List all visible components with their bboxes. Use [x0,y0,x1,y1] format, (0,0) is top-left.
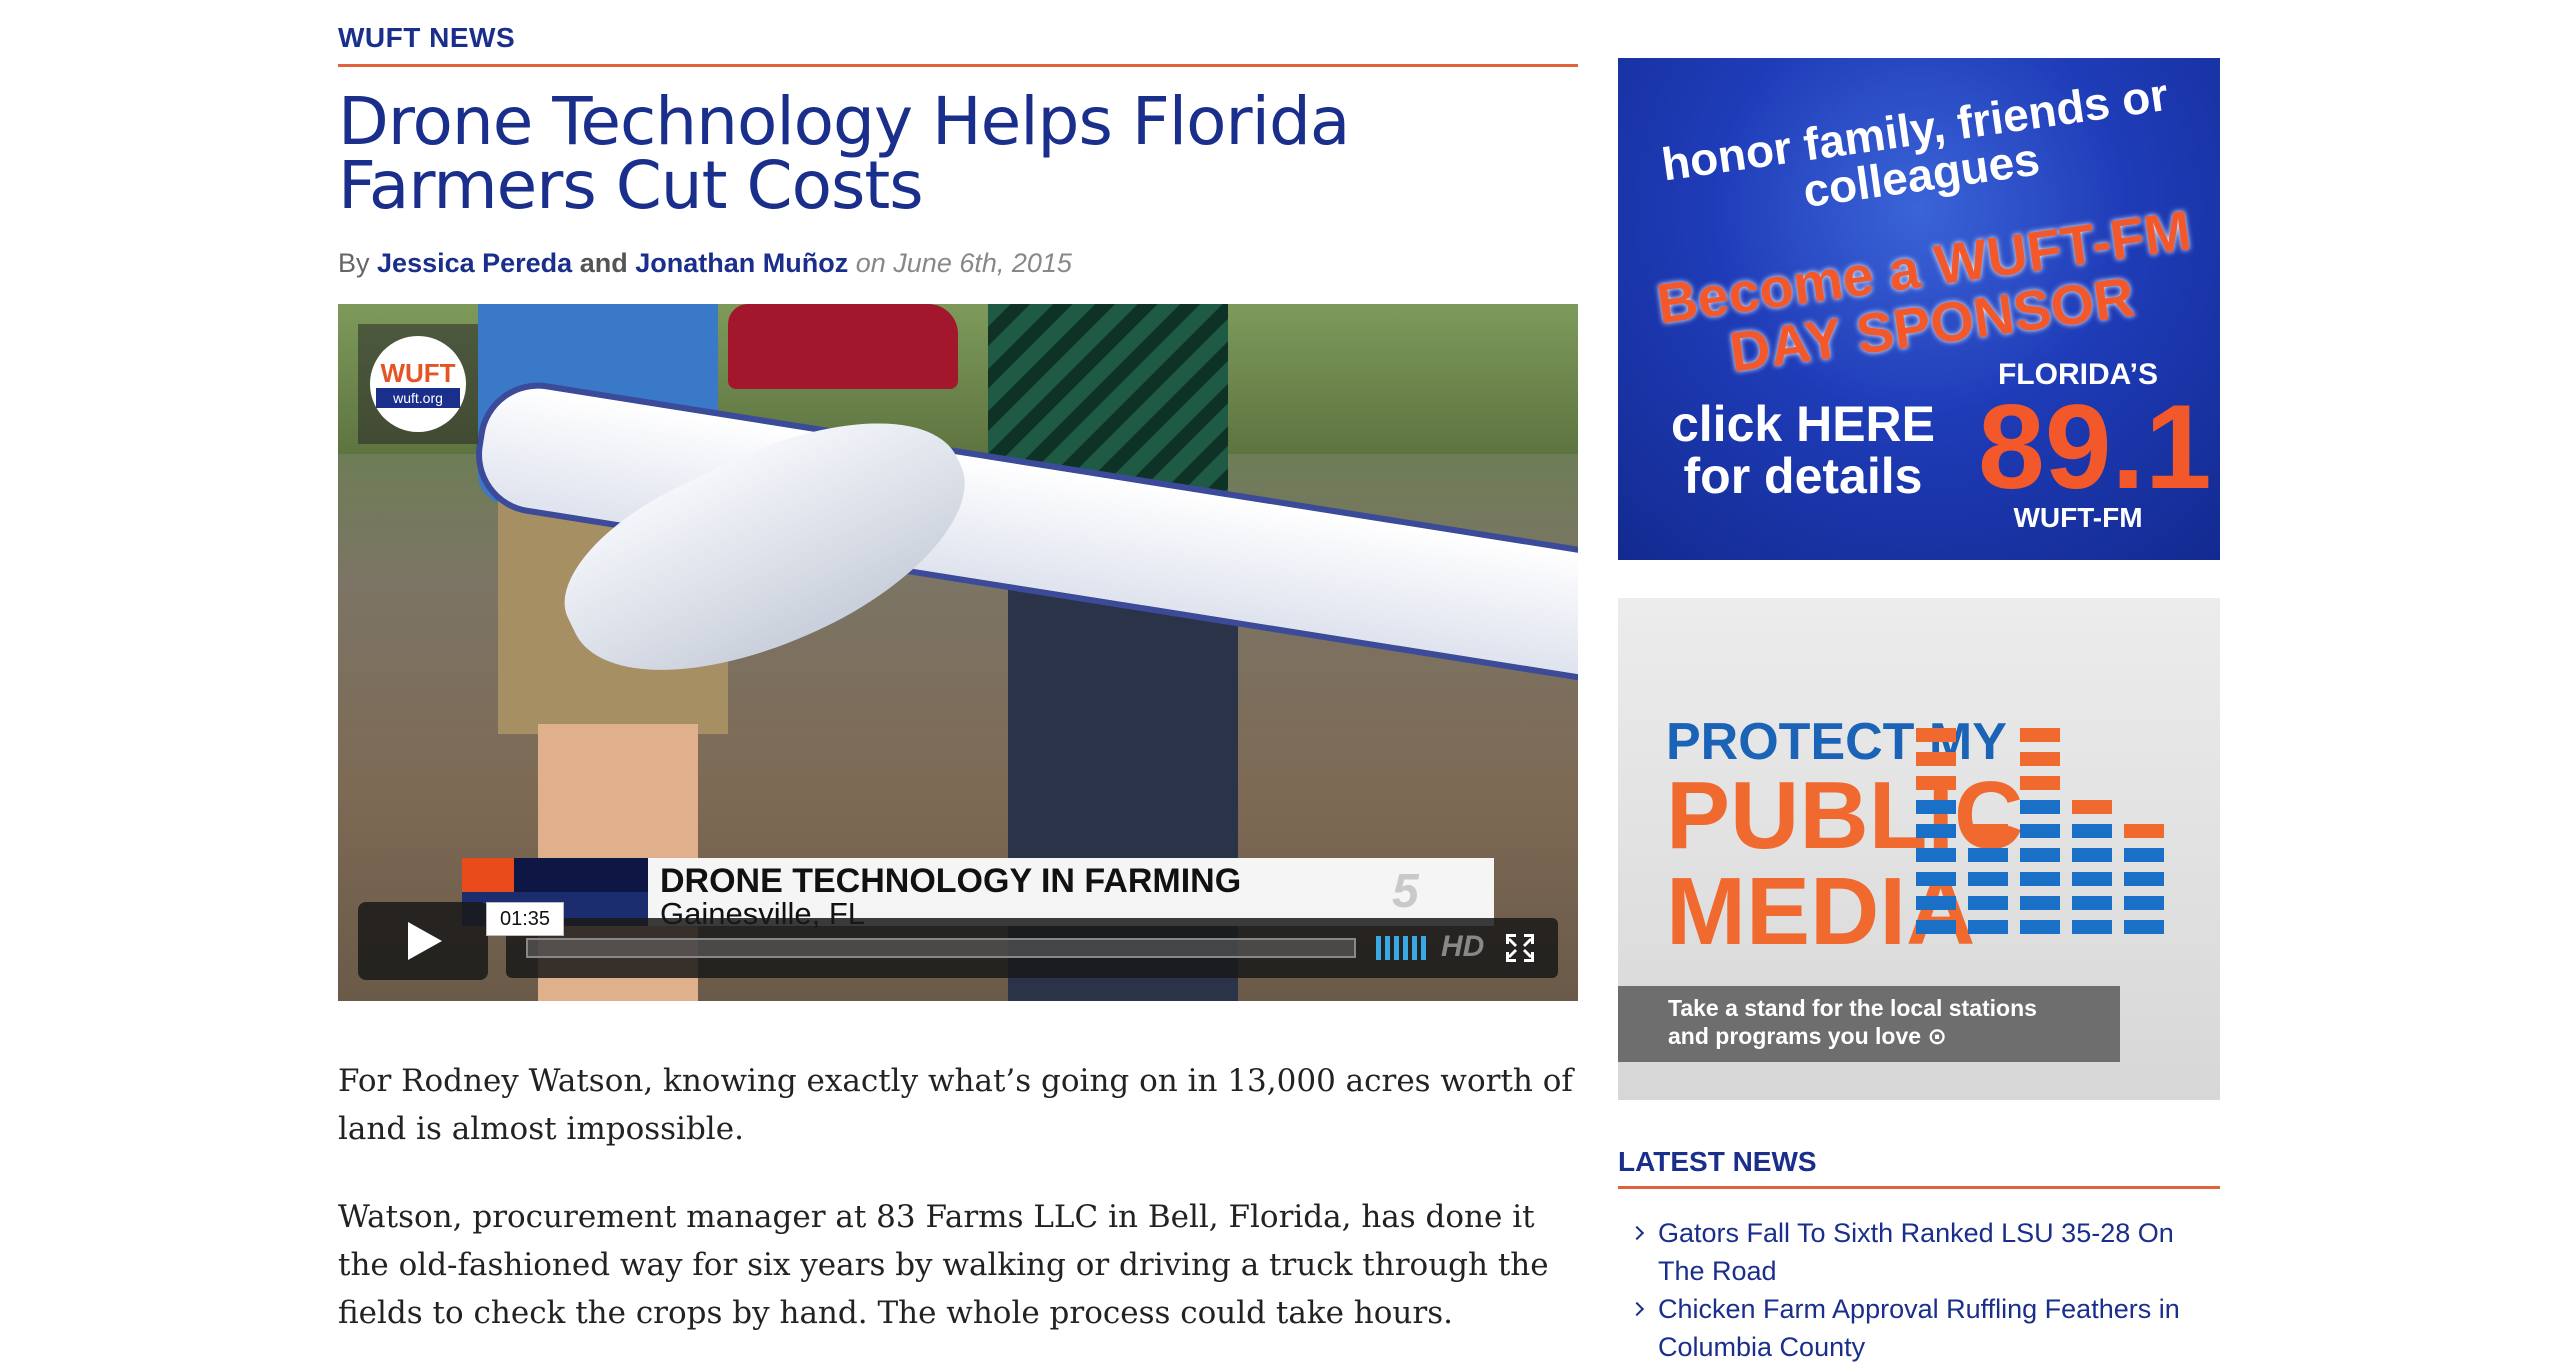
equalizer-bar [2124,896,2164,910]
equalizer-bar [1916,872,1956,886]
equalizer-bar [2072,896,2112,910]
equalizer-bar [2124,920,2164,934]
equalizer-bar [1916,728,1956,742]
byline-prefix: By [338,248,370,278]
byline: By Jessica Pereda and Jonathan Muñoz on … [338,248,1072,279]
station-logo: FLORIDA’S 89.1 WUFT-FM [1978,358,2212,534]
sponsor-ad[interactable]: honor family, friends or colleagues Beco… [1618,58,2220,560]
progress-bar[interactable] [526,938,1356,958]
video-control-bar: HD [506,918,1558,978]
equalizer-bar [2020,800,2060,814]
equalizer-bar [2124,872,2164,886]
equalizer-bar [1916,776,1956,790]
section-label[interactable]: WUFT NEWS [338,22,515,54]
section-divider [1618,1186,2220,1189]
equalizer-bar [1916,920,1956,934]
logo-url: wuft.org [376,388,460,408]
hd-toggle[interactable]: HD [1441,930,1484,964]
equalizer-bar [1968,896,2008,910]
ad-tagline: Take a stand for the local stations and … [1618,986,2120,1062]
ad-frequency: 89.1 [1978,380,2212,514]
news-link[interactable]: Gators Fall To Sixth Ranked LSU 35-28 On… [1658,1218,2174,1286]
lower-third-caption: DRONE TECHNOLOGY IN FARMING Gainesville,… [462,858,1494,931]
play-icon [408,922,442,960]
equalizer-bar [2020,872,2060,886]
play-button[interactable] [358,902,488,980]
latest-news-list: Gators Fall To Sixth Ranked LSU 35-28 On… [1618,1214,2220,1366]
author-link[interactable]: Jessica Pereda [377,248,572,278]
equalizer-bar [1968,848,2008,862]
equalizer-bar [2020,728,2060,742]
equalizer-bar [1916,800,1956,814]
ad-line: PROTECT MY [1666,713,2007,771]
author-link[interactable]: Jonathan Muñoz [635,248,848,278]
channel-logo: WUFT wuft.org [358,324,478,444]
equalizer-bar [2072,800,2112,814]
equalizer-bar [2020,896,2060,910]
equalizer-bar [2072,920,2112,934]
equalizer-bar [2124,848,2164,862]
equalizer-bar [2072,872,2112,886]
ad-cta: click HERE for details [1670,396,1935,504]
news-link[interactable]: Chicken Farm Approval Ruffling Feathers … [1658,1294,2180,1362]
equalizer-bar [2020,848,2060,862]
video-player[interactable]: WUFT wuft.org DRONE TECHNOLOGY IN FARMIN… [338,304,1578,1001]
article-paragraph: Watson, procurement manager at 83 Farms … [338,1199,1549,1331]
logo-text: WUFT [380,358,456,388]
equalizer-bar [2020,824,2060,838]
equalizer-bar [2072,848,2112,862]
ad-tagline-line: Take a stand for the local stations [1668,995,2037,1021]
equalizer-bar [2020,776,2060,790]
fullscreen-icon[interactable] [1506,934,1534,962]
latest-news-heading: LATEST NEWS [1618,1146,1817,1177]
protect-media-ad[interactable]: PROTECT MY PUBLIC MEDIA Take a stand for… [1618,598,2220,1100]
equalizer-bar [1916,896,1956,910]
news-item[interactable]: Chicken Farm Approval Ruffling Feathers … [1618,1290,2220,1366]
news-item[interactable]: Gators Fall To Sixth Ranked LSU 35-28 On… [1618,1214,2220,1290]
equalizer-bar [2124,824,2164,838]
equalizer-bar [1916,824,1956,838]
channel-mark: 5 [1392,865,1419,918]
equalizer-bar [1916,848,1956,862]
equalizer-bar [2072,824,2112,838]
equalizer-bar [1968,920,2008,934]
article-title: Drone Technology Helps Florida Farmers C… [338,83,1350,224]
section-divider [338,64,1578,67]
chevron-right-icon [1629,1301,1645,1317]
equalizer-bar [1968,872,2008,886]
byline-joiner: and [579,248,628,278]
chevron-right-icon [1629,1225,1645,1241]
article-paragraph: For Rodney Watson, knowing exactly what’… [338,1063,1573,1147]
equalizer-bar [2020,752,2060,766]
time-tooltip: 01:35 [486,902,564,936]
equalizer-bar [1968,824,2008,838]
publish-date: on June 6th, 2015 [855,248,1072,278]
equalizer-bar [2020,920,2060,934]
video-frame-car [728,304,958,389]
ad-tagline-line: and programs you love ⊙ [1668,1023,1947,1049]
volume-icon[interactable] [1376,936,1426,960]
equalizer-bar [1916,752,1956,766]
